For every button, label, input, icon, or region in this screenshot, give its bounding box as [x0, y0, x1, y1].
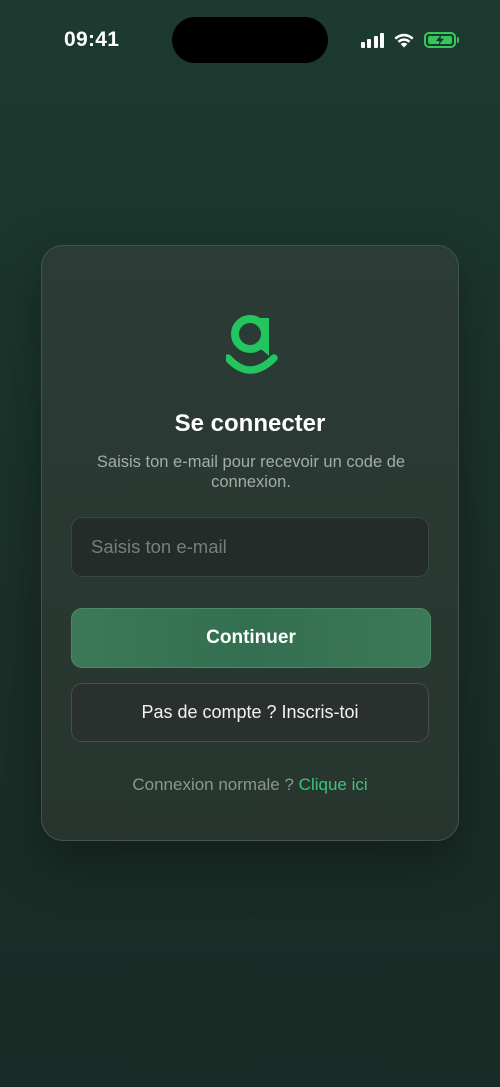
wifi-icon — [394, 33, 414, 48]
normal-login-link[interactable]: Clique ici — [299, 775, 368, 794]
charging-bolt-icon — [436, 35, 444, 45]
dynamic-island — [172, 17, 328, 63]
email-input[interactable] — [71, 517, 429, 577]
status-time: 09:41 — [64, 28, 120, 51]
normal-login-text: Connexion normale ? — [132, 775, 299, 794]
signup-button[interactable]: Pas de compte ? Inscris-toi — [71, 683, 429, 742]
battery-charging-icon — [424, 32, 459, 48]
page-subtitle: Saisis ton e-mail pour recevoir un code … — [96, 453, 406, 491]
continue-button[interactable]: Continuer — [71, 608, 431, 668]
login-card: Se connecter Saisis ton e-mail pour rece… — [41, 245, 459, 841]
status-icons — [360, 29, 459, 51]
status-bar: 09:41 — [0, 0, 500, 80]
cellular-signal-icon — [360, 32, 384, 48]
normal-login-prompt: Connexion normale ? Clique ici — [42, 775, 458, 795]
g-chat-logo-icon — [226, 315, 278, 374]
page-title: Se connecter — [174, 410, 326, 437]
